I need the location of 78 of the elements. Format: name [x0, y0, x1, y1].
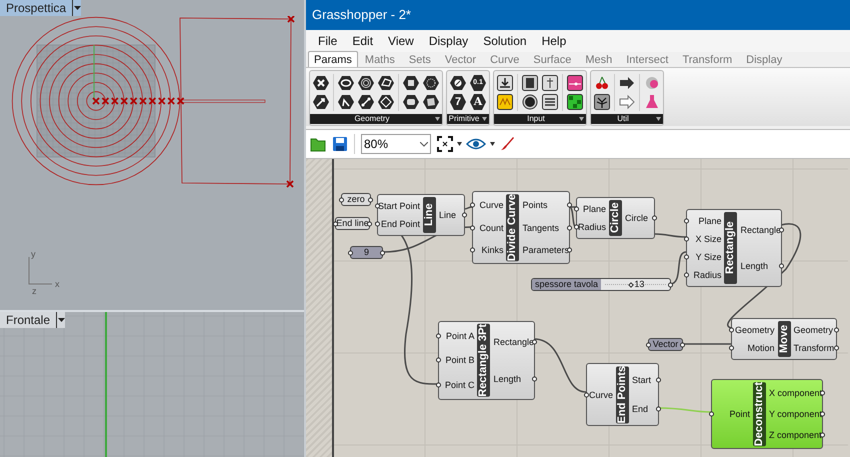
window-title: Grasshopper - 2* [312, 6, 411, 24]
input-port[interactable]: End Point [381, 215, 420, 233]
ribbon-tab[interactable]: Surface [526, 52, 578, 67]
input-port[interactable]: Motion [747, 339, 774, 357]
output-port[interactable]: Length [493, 370, 521, 388]
menu-item[interactable]: Solution [483, 32, 527, 50]
output-port[interactable]: Rectangle [493, 333, 534, 352]
viewport-tab[interactable]: Frontale [0, 312, 66, 328]
input-port[interactable]: Y Size [696, 248, 722, 266]
ribbon-tab[interactable]: Mesh [578, 52, 620, 67]
input-port[interactable]: Point B [445, 351, 474, 370]
output-port[interactable]: Y component [768, 405, 822, 424]
zoom-dropdown[interactable]: 80% [361, 134, 431, 154]
ribbon-tab[interactable]: Transform [675, 52, 740, 67]
output-port[interactable]: Geometry [794, 321, 834, 339]
ribbon-group-label: Geometry [354, 114, 390, 124]
input-port[interactable]: Curve [479, 196, 504, 214]
input-port[interactable]: Point A [446, 327, 474, 346]
slider-track[interactable]: 13 [605, 279, 666, 290]
input-port[interactable]: Radius [693, 266, 722, 284]
input-port[interactable]: Kinks [481, 241, 504, 260]
input-port[interactable]: Geometry [734, 321, 774, 339]
output-port[interactable]: Circle [625, 209, 648, 227]
component-title: Rectangle [724, 212, 738, 284]
ribbon-tab[interactable]: Curve [483, 52, 526, 67]
input-port[interactable]: Radius [578, 218, 606, 236]
number-slider[interactable]: spessore tavola 13 [531, 278, 671, 291]
ribbon-tab[interactable]: Intersect [619, 52, 676, 67]
output-port[interactable]: Transform [794, 339, 834, 357]
axis-label: y [31, 250, 36, 259]
ribbon-group-label: Util [617, 114, 629, 124]
viewport[interactable]: Prospettica y x z [0, 0, 304, 310]
output-port[interactable]: Tangents [522, 218, 559, 237]
ribbon-tab[interactable]: Params [308, 51, 358, 67]
param-node[interactable]: Vector [648, 338, 683, 351]
input-port[interactable]: Start Point [378, 197, 420, 215]
component-title: End Points [616, 366, 629, 424]
ribbon-group-label: Primitive [448, 114, 480, 124]
input-port[interactable]: Curve [588, 386, 613, 404]
output-port[interactable]: Length [740, 257, 768, 275]
primitive-icon[interactable]: 7 [450, 94, 466, 110]
output-port[interactable]: Points [522, 196, 548, 214]
input-port[interactable]: Plane [582, 200, 606, 218]
ribbon-tab[interactable]: Display [739, 52, 790, 67]
viewport-tab[interactable]: Prospettica [0, 0, 82, 16]
ribbon-group-label: Input [527, 114, 545, 124]
axis-label: z [32, 287, 36, 296]
input-port[interactable]: Point C [444, 376, 474, 394]
input-port[interactable]: Plane [698, 212, 722, 230]
ribbon-tab[interactable]: Vector [438, 52, 484, 67]
input-port[interactable]: Count [479, 218, 504, 237]
output-port[interactable]: Rectangle [740, 221, 781, 239]
primitive-icon[interactable]: A [470, 94, 486, 110]
menu-item[interactable]: View [388, 32, 414, 50]
component-title: Line [423, 197, 436, 233]
ribbon-tab[interactable]: Sets [402, 52, 438, 67]
viewport[interactable]: Frontale [0, 310, 304, 457]
input-port[interactable]: Point [729, 405, 750, 424]
input-port[interactable]: X Size [695, 230, 722, 248]
component-title: Move [778, 321, 790, 357]
ribbon-tab[interactable]: Maths [358, 52, 402, 67]
output-port[interactable]: End [632, 400, 648, 418]
menu-item[interactable]: Display [428, 32, 468, 50]
output-port[interactable]: Parameters [522, 241, 569, 260]
param-node[interactable]: zero [341, 193, 371, 206]
output-port[interactable]: Z component [768, 426, 822, 444]
param-node[interactable]: 9 [350, 246, 383, 259]
component-title: Deconstruct [752, 382, 766, 446]
component-title: Divide Curve [506, 194, 520, 262]
slider-value: 13 [634, 280, 644, 289]
menu-item[interactable]: File [318, 32, 338, 50]
output-port[interactable]: Line [439, 206, 456, 224]
component-title: Rectangle 3Pt [477, 324, 490, 397]
component-title: Circle [609, 200, 622, 236]
menu-item[interactable]: Edit [352, 32, 374, 50]
axis-label: x [55, 280, 60, 289]
output-port[interactable]: Start [632, 371, 652, 390]
menu-item[interactable]: Help [542, 32, 566, 50]
